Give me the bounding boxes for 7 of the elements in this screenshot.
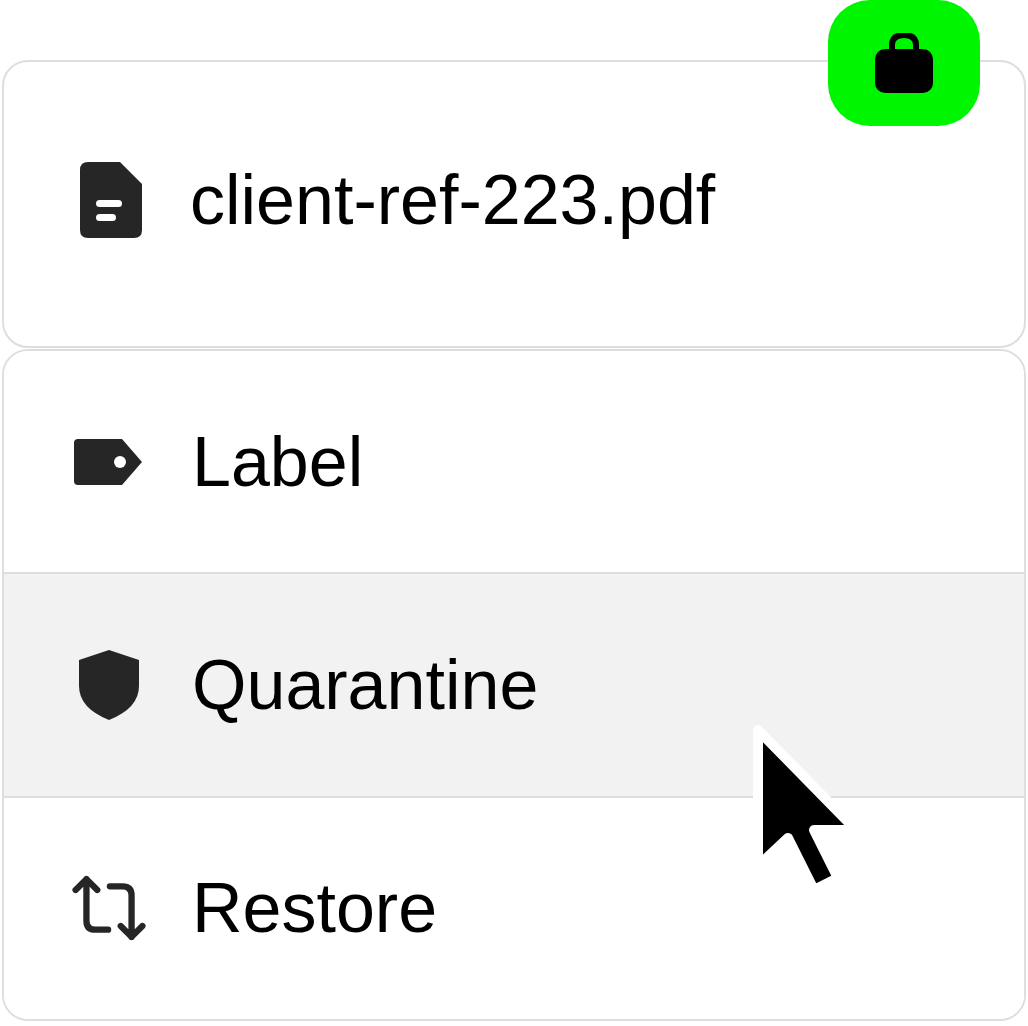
file-icon — [80, 162, 142, 238]
file-name: client-ref-223.pdf — [190, 160, 716, 240]
shield-icon — [79, 650, 139, 720]
tag-icon — [74, 438, 144, 485]
bag-icon — [875, 33, 933, 93]
menu-item[interactable]: Quarantine — [4, 572, 1024, 796]
menu-item[interactable]: Restore — [4, 795, 1024, 1019]
